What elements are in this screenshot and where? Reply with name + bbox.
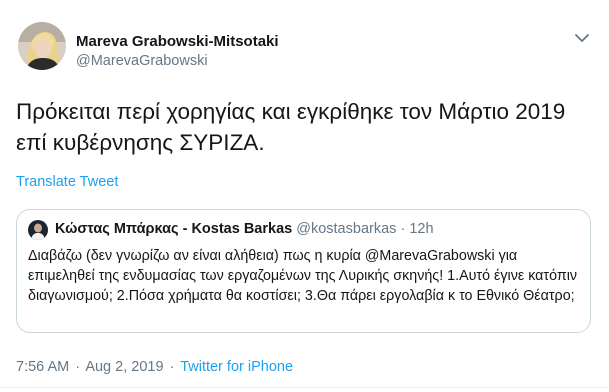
quoted-header: Κώστας Μπάρκας - Kostas Barkas @kostasba…	[55, 221, 434, 237]
chevron-down-icon[interactable]	[574, 32, 590, 44]
footer-separator-2: ·	[169, 359, 175, 375]
footer-time[interactable]: 7:56 AM	[16, 359, 69, 375]
tweet-text: Πρόκειται περί χορηγίας και εγκρίθηκε το…	[16, 99, 566, 155]
quoted-author-name[interactable]: Κώστας Μπάρκας - Kostas Barkas	[55, 221, 292, 237]
quoted-separator: ·	[400, 221, 406, 237]
footer-date[interactable]: Aug 2, 2019	[85, 359, 163, 375]
footer-separator: ·	[75, 359, 81, 375]
quoted-avatar[interactable]	[28, 220, 48, 240]
avatar-photo	[18, 22, 66, 70]
quoted-avatar-photo	[28, 220, 48, 240]
quoted-time[interactable]: 12h	[409, 221, 433, 237]
footer-source-link[interactable]: Twitter for iPhone	[180, 359, 293, 375]
quoted-tweet[interactable]: Κώστας Μπάρκας - Kostas Barkas @kostasba…	[16, 209, 591, 333]
tweet-card: Mareva Grabowski-Mitsotaki @MarevaGrabow…	[0, 0, 609, 392]
translate-tweet-link[interactable]: Translate Tweet	[16, 174, 118, 190]
quoted-author-handle[interactable]: @kostasbarkas	[296, 221, 396, 237]
avatar[interactable]	[18, 22, 66, 70]
tweet-footer: 7:56 AM · Aug 2, 2019 · Twitter for iPho…	[16, 359, 293, 375]
author-handle[interactable]: @MarevaGrabowski	[76, 53, 208, 69]
author-name[interactable]: Mareva Grabowski-Mitsotaki	[76, 33, 279, 50]
quoted-text: Διαβάζω (δεν γνωρίζω αν είναι αλήθεια) π…	[28, 248, 578, 305]
divider	[0, 387, 609, 388]
